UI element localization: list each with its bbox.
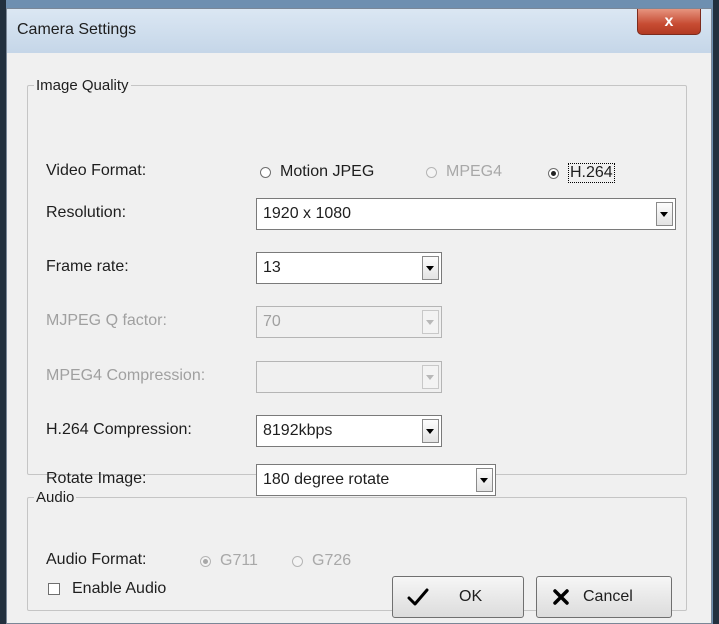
- rotate-image-value: 180 degree rotate: [263, 471, 390, 488]
- radio-mpeg4-circle: [426, 166, 437, 178]
- close-icon: x: [664, 12, 674, 30]
- frame-rate-value: 13: [263, 259, 281, 276]
- chevron-down-icon[interactable]: [656, 202, 673, 226]
- enable-audio-label: Enable Audio: [72, 580, 167, 597]
- image-quality-legend: Image Quality: [36, 77, 129, 94]
- chevron-down-icon[interactable]: [422, 310, 439, 334]
- title-bar[interactable]: Camera Settings x: [7, 9, 711, 53]
- resolution-value: 1920 x 1080: [263, 205, 352, 222]
- h264-compression-label: H.264 Compression:: [46, 421, 192, 438]
- radio-motion-jpeg-circle: [260, 166, 271, 178]
- radio-mpeg4-label: MPEG4: [446, 163, 503, 180]
- radio-g726-circle: [292, 555, 303, 567]
- mjpeg-q-factor-select[interactable]: 70: [256, 306, 442, 338]
- chevron-down-icon[interactable]: [422, 365, 439, 389]
- mjpeg-q-factor-value: 70: [263, 313, 281, 330]
- x-icon: [553, 589, 569, 605]
- checkmark-icon: [407, 588, 429, 606]
- mpeg4-compression-select[interactable]: [256, 361, 442, 393]
- dialog-body: Image Quality Video Format: Motion JPEG …: [11, 53, 707, 623]
- image-quality-group: Image Quality Video Format: Motion JPEG …: [27, 77, 687, 496]
- window-title: Camera Settings: [17, 21, 137, 38]
- radio-g711-label: G711: [220, 552, 258, 569]
- radio-h264[interactable]: H.264: [548, 163, 615, 183]
- audio-format-label: Audio Format:: [46, 551, 147, 568]
- resolution-label: Resolution:: [46, 204, 127, 221]
- radio-h264-label: H.264: [568, 163, 615, 183]
- video-format-label: Video Format:: [46, 162, 147, 179]
- radio-motion-jpeg-label: Motion JPEG: [280, 163, 375, 180]
- h264-compression-value: 8192kbps: [263, 422, 333, 439]
- chevron-down-icon[interactable]: [422, 419, 439, 443]
- radio-mpeg4[interactable]: MPEG4: [426, 163, 502, 181]
- close-button[interactable]: x: [637, 9, 701, 35]
- mpeg4-compression-label: MPEG4 Compression:: [46, 367, 206, 384]
- radio-g711-circle: [200, 555, 211, 567]
- radio-motion-jpeg[interactable]: Motion JPEG: [260, 163, 374, 181]
- background-window-edge-right: [713, 0, 719, 624]
- ok-button[interactable]: OK: [392, 576, 524, 618]
- resolution-select[interactable]: 1920 x 1080: [256, 198, 676, 230]
- audio-legend: Audio: [36, 489, 75, 506]
- cancel-button[interactable]: Cancel: [536, 576, 672, 618]
- radio-g711[interactable]: G711: [200, 552, 258, 570]
- camera-settings-dialog: Camera Settings x Image Quality Video Fo…: [6, 8, 712, 624]
- rotate-image-label: Rotate Image:: [46, 470, 147, 487]
- ok-button-label: OK: [459, 588, 483, 605]
- radio-g726-label: G726: [312, 552, 352, 569]
- frame-rate-label: Frame rate:: [46, 258, 129, 275]
- checkbox-box: [48, 583, 60, 595]
- frame-rate-select[interactable]: 13: [256, 252, 442, 284]
- radio-h264-circle: [548, 167, 559, 179]
- chevron-down-icon[interactable]: [422, 256, 439, 280]
- audio-group: Audio Audio Format: G711 G726 Enable Aud…: [27, 489, 687, 618]
- mjpeg-q-factor-label: MJPEG Q factor:: [46, 312, 167, 329]
- enable-audio-checkbox[interactable]: Enable Audio: [48, 580, 166, 598]
- h264-compression-select[interactable]: 8192kbps: [256, 415, 442, 447]
- cancel-button-label: Cancel: [583, 588, 633, 605]
- radio-g726[interactable]: G726: [292, 552, 351, 570]
